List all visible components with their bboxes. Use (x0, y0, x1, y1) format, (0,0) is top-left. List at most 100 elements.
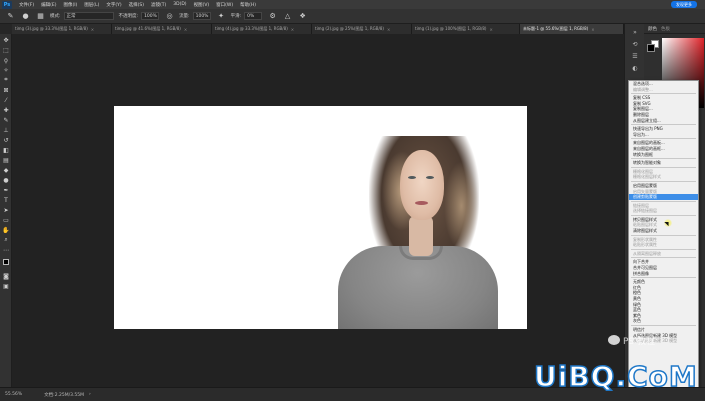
marquee-tool-icon[interactable]: ⬚ (2, 46, 10, 54)
smooth-field[interactable]: 0% (244, 12, 263, 20)
opacity-field[interactable]: 100% (141, 12, 160, 20)
path-select-tool-icon[interactable]: ➤ (2, 206, 10, 214)
clone-stamp-tool-icon[interactable]: ⊥ (2, 126, 10, 134)
history-brush-tool-icon[interactable]: ↺ (2, 136, 10, 144)
airbrush-icon[interactable]: ✦ (217, 12, 226, 21)
menu-select[interactable]: 选择(S) (129, 2, 144, 8)
tab-color[interactable]: 颜色 (648, 26, 657, 32)
status-arrow-icon[interactable]: › (89, 392, 91, 397)
dodge-tool-icon[interactable]: ● (2, 176, 10, 184)
mode-label: 模式: (50, 14, 61, 19)
menu-window[interactable]: 窗口(W) (216, 2, 233, 8)
opacity-label: 不透明度: (118, 14, 139, 19)
brush-settings-icon[interactable]: ▦ (36, 12, 45, 21)
zoom-tool-icon[interactable]: ⌕ (2, 236, 10, 244)
menu-view[interactable]: 视图(V) (194, 2, 210, 8)
close-icon[interactable]: × (91, 27, 94, 32)
context-menu-item[interactable]: 从图层建立组... (629, 118, 698, 124)
menu-separator (631, 158, 696, 160)
brush-preset-icon[interactable]: ● (21, 12, 30, 21)
watermark-logo: UiBQ.CoM (533, 359, 698, 394)
tab-document-active[interactable]: 未标题-1 @ 55.6%(图层 1, RGB/8) × (520, 24, 624, 34)
tab-document-3[interactable]: timg (4).jpg @ 33.3%(图层 1, RGB/8) × (212, 24, 312, 34)
menu-separator (631, 214, 696, 216)
portrait-eye (408, 176, 416, 179)
brush-tool-icon[interactable]: ✎ (2, 116, 10, 124)
portrait-face (400, 150, 444, 220)
shape-tool-icon[interactable]: ▭ (2, 216, 10, 224)
blur-tool-icon[interactable]: ◆ (2, 166, 10, 174)
canvas-area[interactable] (12, 34, 624, 387)
menu-file[interactable]: 文件(F) (19, 2, 34, 8)
symmetry-icon[interactable]: ❖ (298, 12, 307, 21)
context-menu-item[interactable]: 创建剪贴蒙版 (629, 194, 698, 200)
context-menu-item[interactable]: 转换为智能对象 (629, 160, 698, 166)
portrait-eye (426, 176, 434, 179)
wechat-icon (608, 335, 620, 345)
context-menu-item[interactable]: 灰色 (629, 318, 698, 324)
close-icon[interactable]: × (387, 27, 390, 32)
menu-image[interactable]: 图像(I) (63, 2, 77, 8)
lasso-tool-icon[interactable]: ϙ (2, 56, 10, 64)
tab-document-5[interactable]: timg (1).jpg @ 100%(图层 1, RGB/8) × (412, 24, 520, 34)
watermark-sub-text: PS 教程 (623, 336, 656, 347)
eraser-tool-icon[interactable]: ◧ (2, 146, 10, 154)
gear-icon[interactable]: ⚙ (268, 12, 277, 21)
adjustments-panel-icon[interactable]: ◐ (631, 64, 639, 72)
move-tool-icon[interactable]: ✥ (2, 36, 10, 44)
flow-field[interactable]: 100% (192, 12, 211, 20)
menu-edit[interactable]: 编辑(E) (41, 2, 56, 8)
tab-document-2[interactable]: timg.jpg @ 41.6%(图层 1, RGB/8) × (112, 24, 212, 34)
type-tool-icon[interactable]: T (2, 196, 10, 204)
tab-swatches[interactable]: 色板 (661, 26, 670, 32)
document-canvas[interactable] (114, 106, 527, 329)
discover-button[interactable]: 发现更多 (671, 1, 697, 8)
eyedropper-tool-icon[interactable]: ⁄ (2, 96, 10, 104)
tab-document-1[interactable]: timg (3).jpg @ 33.3%(图层 1, RGB/8) × (12, 24, 112, 34)
hand-tool-icon[interactable]: ✋ (2, 226, 10, 234)
menu-separator (631, 248, 696, 250)
healing-brush-tool-icon[interactable]: ✚ (2, 106, 10, 114)
context-menu-item[interactable]: 导出为... (629, 132, 698, 138)
pressure-opacity-icon[interactable]: ◎ (165, 12, 174, 21)
gradient-tool-icon[interactable]: ▤ (2, 156, 10, 164)
pen-tool-icon[interactable]: ✒ (2, 186, 10, 194)
brush-tool-icon[interactable]: ✎ (6, 12, 15, 21)
context-menu-item[interactable]: 拼合图像 (629, 271, 698, 277)
context-menu-item[interactable]: 清除图层样式 (629, 228, 698, 234)
angle-icon[interactable]: △ (283, 12, 292, 21)
crop-tool-icon[interactable]: ⌗ (2, 76, 10, 84)
close-icon[interactable]: × (591, 27, 594, 32)
properties-panel-icon[interactable]: ☰ (631, 52, 639, 60)
zoom-level[interactable]: 55.56% (5, 392, 22, 397)
menu-help[interactable]: 帮助(H) (240, 2, 256, 8)
menu-separator (631, 124, 696, 126)
menu-3d[interactable]: 3D(D) (173, 2, 186, 7)
collapse-panels-icon[interactable]: » (631, 28, 639, 36)
tab-label: timg.jpg @ 41.6%(图层 1, RGB/8) (115, 26, 181, 31)
menu-layer[interactable]: 图层(L) (84, 2, 99, 8)
context-menu-item[interactable]: 转换为图框 (629, 152, 698, 158)
context-menu-item: 选择链接图层 (633, 208, 657, 214)
layer-context-menu: 混合选项... 编辑调整... 复制 CSS 复制 SVG 复制图层... 删除图层 从图层… (628, 80, 699, 401)
menu-type[interactable]: 文字(Y) (106, 2, 121, 8)
close-icon[interactable]: × (291, 27, 294, 32)
menu-separator (631, 180, 696, 182)
smooth-label: 平滑: (230, 14, 242, 19)
screen-mode-icon[interactable]: ▣ (2, 282, 10, 290)
frame-tool-icon[interactable]: ⊠ (2, 86, 10, 94)
foreground-color-swatch[interactable] (647, 44, 655, 52)
tab-label: timg (2).jpg @ 25%(图层 1, RGB/8) (315, 26, 384, 31)
quick-select-tool-icon[interactable]: ✧ (2, 66, 10, 74)
tab-document-4[interactable]: timg (2).jpg @ 25%(图层 1, RGB/8) × (312, 24, 412, 34)
document-info[interactable]: 文档:2.25M/3.55M (44, 392, 84, 398)
more-tools-icon[interactable]: ⋯ (2, 246, 10, 254)
close-icon[interactable]: × (490, 27, 493, 32)
mode-select[interactable]: 正常 (63, 12, 114, 20)
quick-mask-icon[interactable]: ◙ (2, 272, 10, 280)
history-panel-icon[interactable]: ⟲ (631, 40, 639, 48)
menu-filter[interactable]: 滤镜(T) (151, 2, 166, 8)
close-icon[interactable]: × (184, 27, 187, 32)
photoshop-logo-icon[interactable]: Ps (2, 0, 12, 9)
foreground-color-swatch[interactable] (2, 258, 10, 266)
